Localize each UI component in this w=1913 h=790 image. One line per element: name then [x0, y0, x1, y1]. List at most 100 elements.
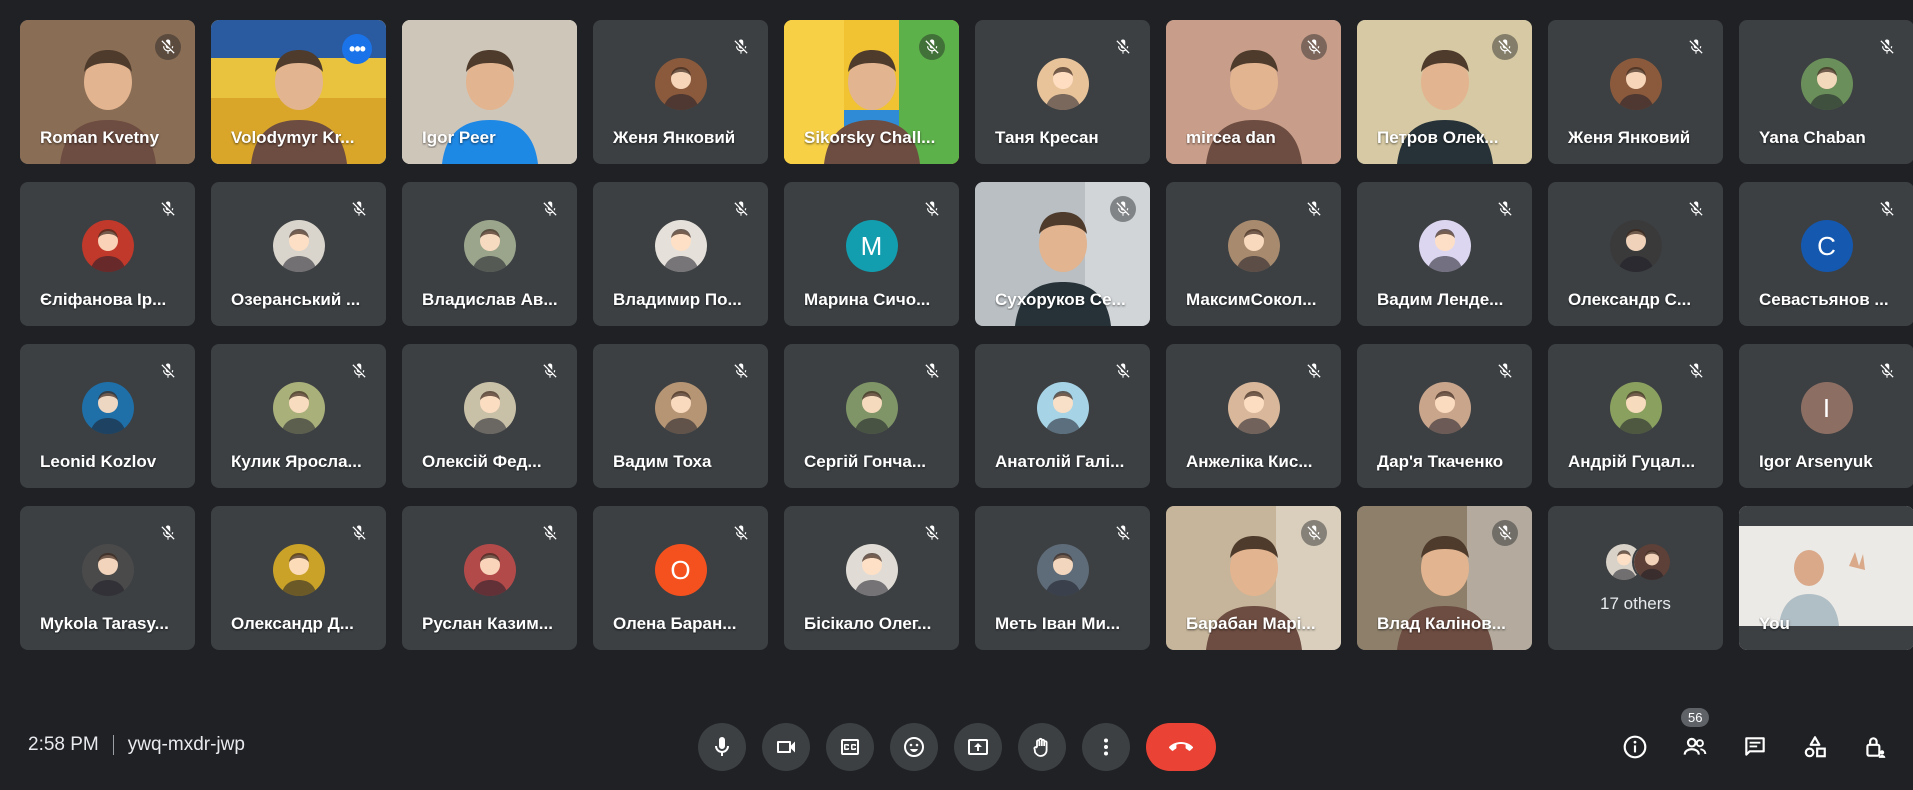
- participant-tile[interactable]: Roman Kvetny: [20, 20, 195, 164]
- participant-tile[interactable]: Таня Кресан: [975, 20, 1150, 164]
- avatar: [272, 544, 325, 596]
- participant-tile[interactable]: M Марина Сичо...: [784, 182, 959, 326]
- activities-button[interactable]: [1791, 725, 1839, 769]
- avatar: [1418, 382, 1471, 434]
- raise-hand-button[interactable]: [1018, 723, 1066, 771]
- self-view-tile[interactable]: You: [1739, 506, 1913, 650]
- captions-button[interactable]: [826, 723, 874, 771]
- avatar: [1609, 58, 1662, 110]
- participant-name: Владимир По...: [613, 290, 742, 309]
- chat-button[interactable]: [1731, 725, 1779, 769]
- participant-tile[interactable]: Бісікало Олег...: [784, 506, 959, 650]
- avatar: [654, 58, 707, 110]
- reactions-button[interactable]: [890, 723, 938, 771]
- avatar: [1418, 220, 1471, 272]
- avatar: [463, 220, 516, 272]
- mic-off-icon: [734, 201, 748, 216]
- chat-icon: [1745, 737, 1765, 756]
- camera-button[interactable]: [762, 723, 810, 771]
- avatar: [1609, 382, 1662, 434]
- participant-tile[interactable]: Руслан Казим...: [402, 506, 577, 650]
- muted-indicator: [728, 196, 754, 222]
- people-icon: [1683, 737, 1707, 755]
- microphone-button[interactable]: [698, 723, 746, 771]
- participant-tile[interactable]: Єліфанова Ір...: [20, 182, 195, 326]
- participant-name: Igor Arsenyuk: [1759, 452, 1873, 471]
- avatar: [1036, 382, 1089, 434]
- camera-icon: [777, 741, 795, 753]
- participant-name: Меть Іван Ми...: [995, 614, 1121, 633]
- people-button[interactable]: 56: [1671, 708, 1719, 769]
- mic-off-icon: [352, 201, 366, 216]
- muted-indicator: [1492, 358, 1518, 384]
- participant-name: Владислав Ав...: [422, 290, 558, 309]
- end-call-icon: [1169, 742, 1193, 751]
- mic-off-icon: [161, 39, 175, 54]
- meeting-info-button[interactable]: [1611, 725, 1659, 769]
- participant-tile[interactable]: Анатолій Галі...: [975, 344, 1150, 488]
- participant-grid: Roman Kvetny Volodymyr Kr... ••• Igor Peer Ж…: [20, 20, 1913, 650]
- participant-tile[interactable]: Олександр Д...: [211, 506, 386, 650]
- avatar-initial: O: [654, 544, 707, 596]
- participant-name: Sikorsky Chall...: [804, 128, 936, 147]
- participant-tile[interactable]: mircea dan: [1166, 20, 1341, 164]
- participant-tile[interactable]: O Олена Баран...: [593, 506, 768, 650]
- participant-tile[interactable]: Женя Янковий: [1548, 20, 1723, 164]
- participant-name: Руслан Казим...: [422, 614, 553, 633]
- present-screen-icon: [968, 739, 988, 755]
- avatar: [1036, 58, 1089, 110]
- participant-name: Кулик Яросла...: [231, 452, 362, 471]
- participant-tile[interactable]: Влад Калінов...: [1357, 506, 1532, 650]
- participant-tile[interactable]: Женя Янковий: [593, 20, 768, 164]
- mic-off-icon: [1689, 363, 1703, 378]
- muted-indicator: [919, 34, 945, 60]
- participant-tile[interactable]: Mykola Tarasy...: [20, 506, 195, 650]
- muted-indicator: [346, 196, 372, 222]
- participant-tile[interactable]: Igor Peer: [402, 20, 577, 164]
- participant-tile[interactable]: Андрій Гуцал...: [1548, 344, 1723, 488]
- muted-indicator: [728, 520, 754, 546]
- others-tile[interactable]: 17 others: [1548, 506, 1723, 650]
- participant-name: Сергій Гонча...: [804, 452, 927, 471]
- participant-tile[interactable]: Сухоруков Се...: [975, 182, 1150, 326]
- muted-indicator: [1301, 34, 1327, 60]
- mic-off-icon: [1880, 39, 1894, 54]
- more-options-button[interactable]: [1082, 723, 1130, 771]
- participant-tile[interactable]: Сергій Гонча...: [784, 344, 959, 488]
- participant-tile[interactable]: Олексій Фед...: [402, 344, 577, 488]
- participant-tile[interactable]: I Igor Arsenyuk: [1739, 344, 1913, 488]
- more-vert-icon: [1104, 738, 1108, 756]
- participant-tile[interactable]: Владислав Ав...: [402, 182, 577, 326]
- tile-options-button[interactable]: •••: [342, 34, 372, 64]
- participant-tile[interactable]: Анжеліка Кис...: [1166, 344, 1341, 488]
- leave-call-button[interactable]: [1146, 723, 1216, 771]
- participant-name: Leonid Kozlov: [40, 452, 157, 471]
- avatar: [1632, 542, 1672, 582]
- participant-tile[interactable]: Олександр С...: [1548, 182, 1723, 326]
- participant-tile[interactable]: Петров Олек...: [1357, 20, 1532, 164]
- present-button[interactable]: [954, 723, 1002, 771]
- participant-tile[interactable]: Вадим Тоха: [593, 344, 768, 488]
- participant-tile[interactable]: Вадим Ленде...: [1357, 182, 1532, 326]
- participant-tile[interactable]: Leonid Kozlov: [20, 344, 195, 488]
- host-controls-button[interactable]: [1851, 725, 1899, 769]
- mic-off-icon: [1498, 39, 1512, 54]
- participant-tile[interactable]: Yana Chaban: [1739, 20, 1913, 164]
- participant-tile[interactable]: C Севастьянов ...: [1739, 182, 1913, 326]
- meeting-code: ywq-mxdr-jwp: [127, 734, 245, 755]
- muted-indicator: [919, 196, 945, 222]
- participant-tile[interactable]: Владимир По...: [593, 182, 768, 326]
- participant-tile[interactable]: Кулик Яросла...: [211, 344, 386, 488]
- mic-off-icon: [352, 363, 366, 378]
- participant-tile[interactable]: Sikorsky Chall...: [784, 20, 959, 164]
- participant-tile[interactable]: Volodymyr Kr... •••: [211, 20, 386, 164]
- participant-name: Севастьянов ...: [1759, 290, 1889, 309]
- participant-name: Анжеліка Кис...: [1186, 452, 1313, 471]
- participant-tile[interactable]: Дар'я Ткаченко: [1357, 344, 1532, 488]
- participant-tile[interactable]: МаксимСокол...: [1166, 182, 1341, 326]
- participant-tile[interactable]: Барабан Марі...: [1166, 506, 1341, 650]
- participant-tile[interactable]: Озеранський ...: [211, 182, 386, 326]
- mic-off-icon: [734, 39, 748, 54]
- participant-tile[interactable]: Меть Іван Ми...: [975, 506, 1150, 650]
- muted-indicator: [1110, 520, 1136, 546]
